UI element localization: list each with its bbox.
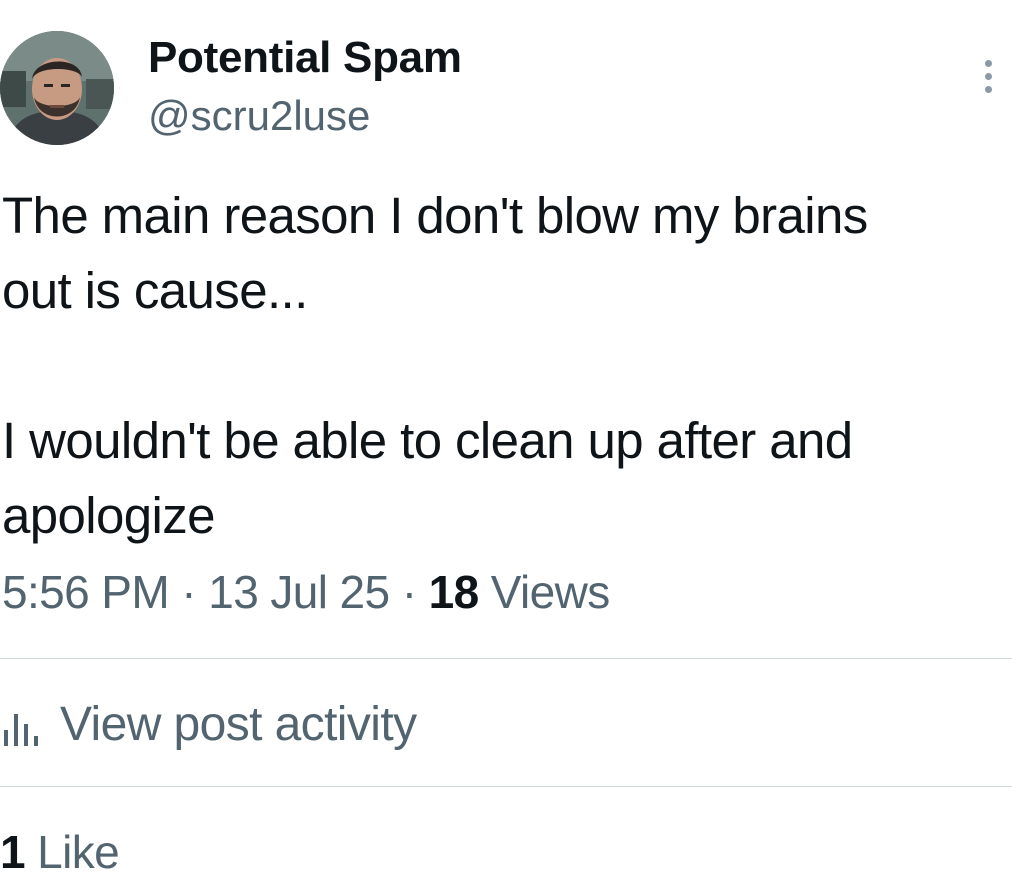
tweet-date[interactable]: 13 Jul 25: [208, 566, 390, 618]
view-post-activity-button[interactable]: View post activity: [2, 690, 417, 760]
tweet-metadata: 5:56 PM · 13 Jul 25 · 18 Views: [2, 560, 610, 624]
author-handle[interactable]: @scru2luse: [148, 90, 370, 142]
view-post-activity-label: View post activity: [60, 698, 417, 751]
analytics-bars-icon: [4, 714, 38, 746]
tweet-paragraph: The main reason I don't blow my brains o…: [2, 187, 868, 319]
avatar-image: [0, 31, 114, 145]
more-options-button[interactable]: [972, 52, 1006, 102]
likes-link[interactable]: 1 Like: [0, 820, 120, 884]
likes-label: Like: [37, 826, 120, 878]
tweet-text: The main reason I don't blow my brains o…: [2, 178, 1022, 553]
avatar[interactable]: [0, 31, 114, 145]
meta-separator: ·: [169, 566, 209, 618]
author-display-name[interactable]: Potential Spam: [148, 30, 462, 86]
meta-separator: ·: [389, 566, 429, 618]
tweet-card: Potential Spam @scru2luse The main reaso…: [0, 0, 1036, 889]
views-label: Views: [490, 566, 610, 618]
views-count: 18: [428, 566, 480, 618]
likes-count: 1: [0, 826, 26, 878]
divider: [0, 786, 1012, 787]
tweet-time[interactable]: 5:56 PM: [2, 566, 170, 618]
tweet-paragraph: I wouldn't be able to clean up after and…: [2, 412, 853, 544]
divider: [0, 658, 1012, 659]
